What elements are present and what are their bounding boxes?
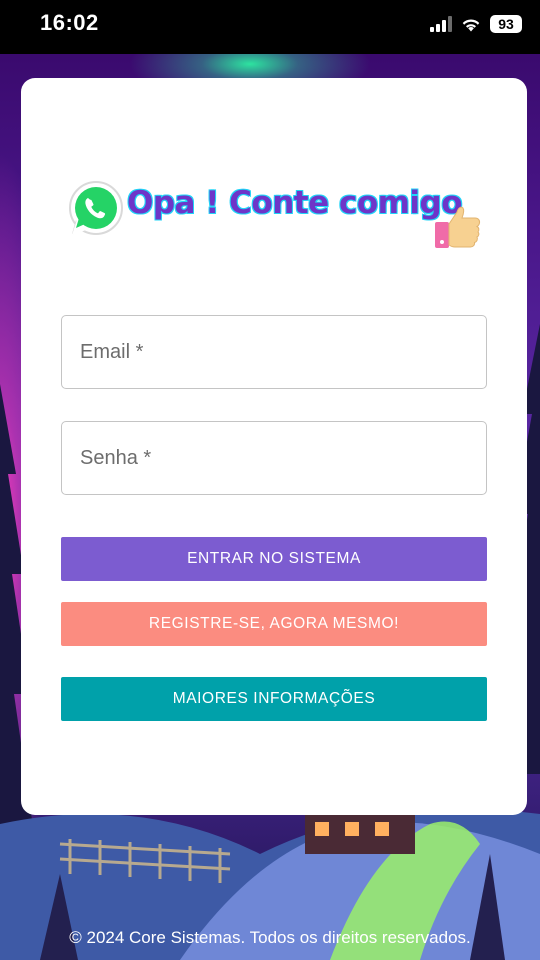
password-field[interactable] bbox=[61, 421, 487, 495]
status-bar: 16:02 93 bbox=[0, 0, 540, 54]
more-info-button[interactable]: MAIORES INFORMAÇÕES bbox=[61, 677, 487, 721]
status-time: 16:02 bbox=[40, 10, 99, 35]
password-input[interactable] bbox=[62, 422, 486, 494]
email-input[interactable] bbox=[62, 316, 486, 388]
footer-copyright: © 2024 Core Sistemas. Todos os direitos … bbox=[69, 928, 471, 947]
brand-title: Opa ! Conte comigo bbox=[127, 185, 463, 221]
wifi-icon bbox=[462, 19, 480, 32]
signal-icon bbox=[430, 16, 452, 32]
whatsapp-icon bbox=[69, 181, 123, 235]
email-field[interactable] bbox=[61, 315, 487, 389]
login-button[interactable]: ENTRAR NO SISTEMA bbox=[61, 537, 487, 581]
battery-icon: 93 bbox=[490, 15, 522, 33]
login-card: Opa ! Conte comigo ENTRAR NO SISTEMA REG… bbox=[21, 78, 527, 815]
thumbs-up-icon bbox=[435, 206, 481, 248]
register-button[interactable]: REGISTRE-SE, AGORA MESMO! bbox=[61, 602, 487, 646]
status-icons: 93 bbox=[430, 13, 522, 35]
brand-header: Opa ! Conte comigo bbox=[67, 180, 487, 250]
